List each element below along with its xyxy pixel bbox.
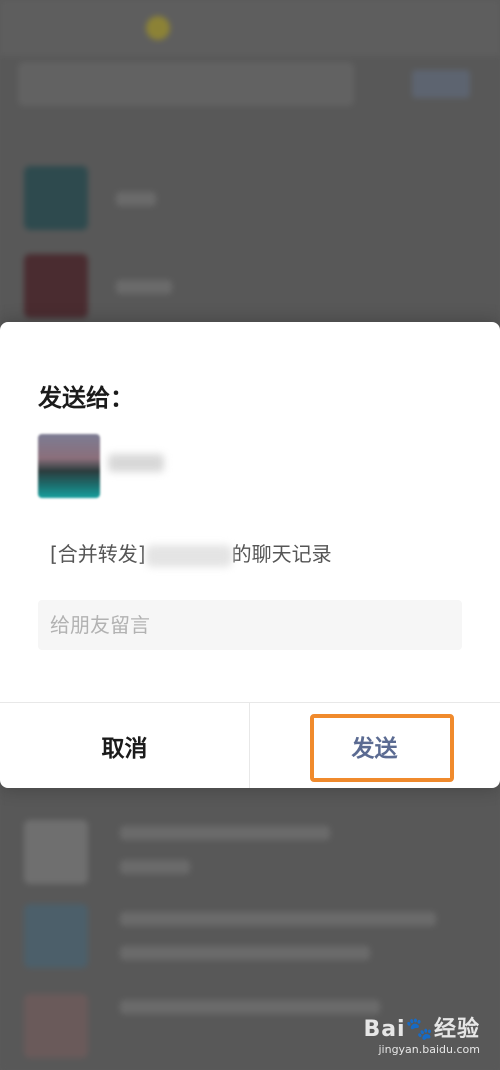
message-suffix: 的聊天记录 bbox=[231, 542, 332, 566]
bg-text-line bbox=[116, 192, 156, 206]
bg-text-line bbox=[120, 860, 190, 874]
bg-avatar bbox=[24, 904, 88, 968]
status-indicator bbox=[146, 16, 170, 40]
message-input[interactable] bbox=[38, 600, 462, 650]
message-prefix: [合并转发] bbox=[50, 542, 146, 566]
dialog-title: 发送给： bbox=[38, 384, 134, 412]
bg-text-line bbox=[116, 280, 172, 294]
watermark: Bai🐾经验 jingyan.baidu.com bbox=[363, 1011, 480, 1056]
bg-text-line bbox=[120, 946, 370, 960]
cancel-button[interactable]: 取消 bbox=[0, 703, 249, 788]
bg-text-line bbox=[120, 826, 330, 840]
search-bar bbox=[18, 62, 354, 106]
recipient-name-redacted bbox=[108, 454, 164, 472]
bg-header-button bbox=[412, 70, 470, 98]
bg-avatar bbox=[24, 166, 88, 230]
sender-name-redacted bbox=[145, 544, 232, 567]
recipient-avatar bbox=[38, 434, 100, 498]
watermark-url: jingyan.baidu.com bbox=[378, 1043, 480, 1056]
share-dialog: 发送给： [合并转发] 的聊天记录 取消 发送 bbox=[0, 322, 500, 788]
forward-message-preview: [合并转发] 的聊天记录 bbox=[50, 538, 332, 567]
watermark-logo: Bai🐾经验 bbox=[363, 1017, 480, 1042]
bg-text-line bbox=[120, 1000, 380, 1014]
bg-avatar bbox=[24, 254, 88, 318]
bg-avatar bbox=[24, 994, 88, 1058]
bg-text-line bbox=[120, 912, 436, 926]
send-button[interactable]: 发送 bbox=[250, 703, 499, 788]
bg-avatar bbox=[24, 820, 88, 884]
status-bar bbox=[0, 0, 500, 56]
